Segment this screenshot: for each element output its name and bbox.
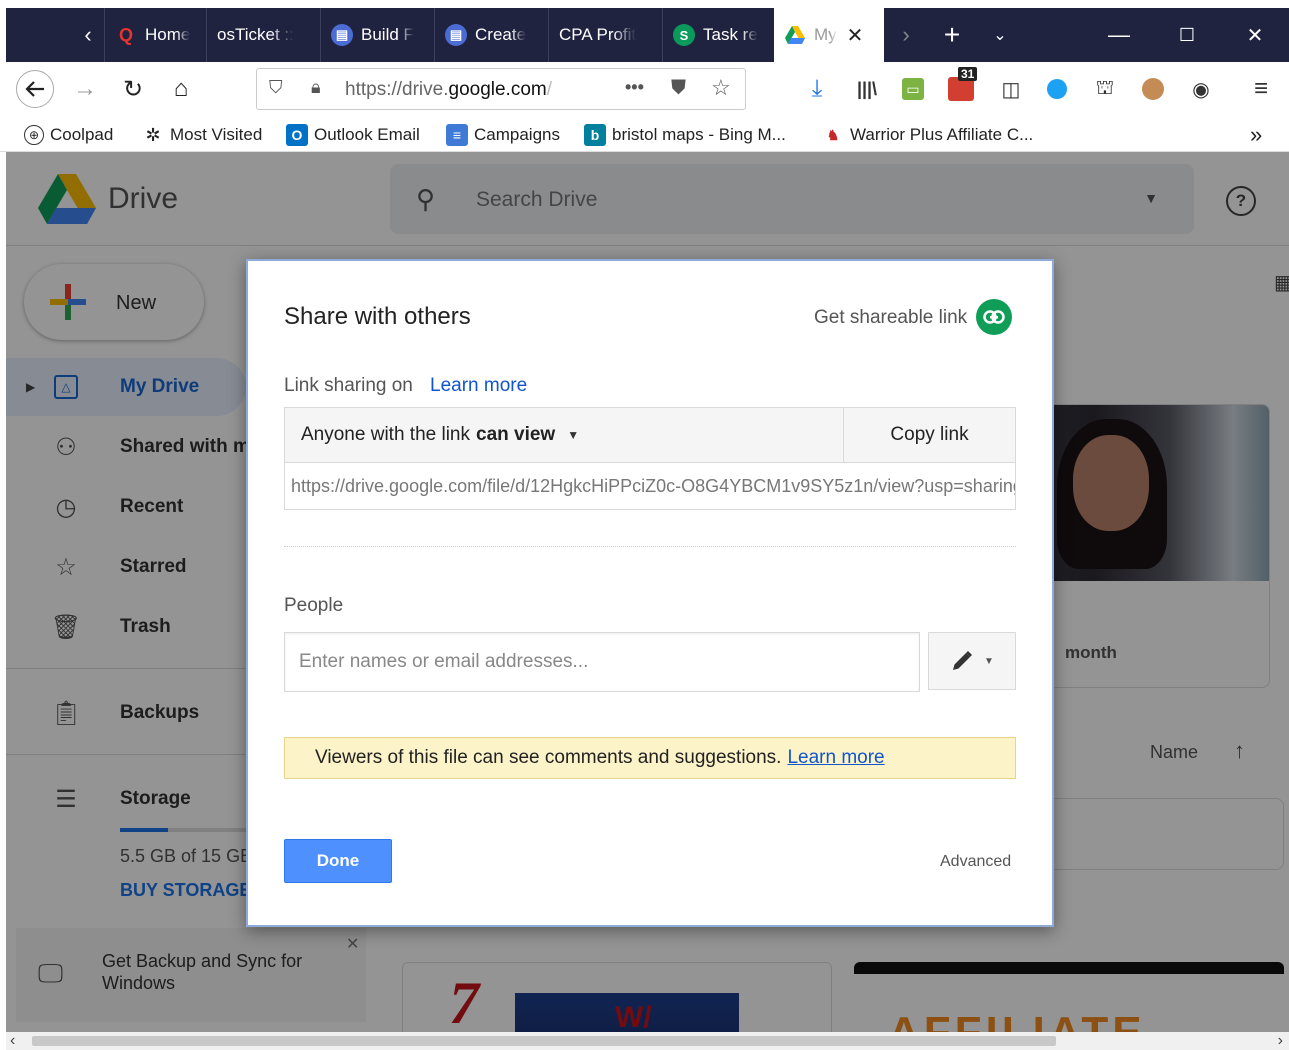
warrior-icon: ♞ xyxy=(826,126,840,143)
scrollbar-thumb[interactable] xyxy=(32,1036,1056,1046)
permission-dropdown[interactable]: Anyone with the link can view ▼ xyxy=(285,408,843,462)
forward-button[interactable]: → xyxy=(66,70,104,108)
done-button[interactable]: Done xyxy=(284,839,392,883)
navigation-toolbar: → ↻ ⌂ ⛉ 🔒︎ https://drive.google.com/ •••… xyxy=(0,62,1289,118)
link-permission-row: Anyone with the link can view ▼ Copy lin… xyxy=(284,407,1016,463)
tab-create[interactable]: ▤ Create xyxy=(434,8,546,62)
campaigns-icon: ≡ xyxy=(446,124,468,146)
account-icon[interactable]: ◉ xyxy=(1184,72,1218,106)
dropdown-caret-icon: ▼ xyxy=(567,428,580,442)
notion-like-icon: ▤ xyxy=(331,24,353,46)
opera-q-icon: Q xyxy=(118,24,133,45)
bookmark-campaigns[interactable]: ≡ Campaigns xyxy=(446,122,560,148)
scroll-left-arrow-icon[interactable]: ‹ xyxy=(10,1032,15,1050)
library-icon[interactable]: |||\ xyxy=(850,72,884,106)
notification-badge: 31 xyxy=(958,67,978,81)
horizontal-scrollbar[interactable]: ‹ › xyxy=(6,1032,1289,1050)
tab-task[interactable]: S Task re xyxy=(662,8,772,62)
back-button[interactable] xyxy=(16,70,54,108)
share-url-field[interactable]: https://drive.google.com/file/d/12HgkcHi… xyxy=(284,462,1016,510)
bookmark-coolpad[interactable]: ⊕ Coolpad xyxy=(24,122,113,148)
bookmarks-menu-icon[interactable]: ⛫ xyxy=(1088,72,1122,106)
section-divider xyxy=(284,546,1016,547)
people-input-container[interactable] xyxy=(284,632,920,692)
pencil-icon xyxy=(953,651,973,670)
tab-scroll-right-icon[interactable]: › xyxy=(890,8,922,62)
hamburger-menu-icon[interactable]: ≡ xyxy=(1244,72,1278,106)
dialog-title: Share with others xyxy=(284,303,471,330)
close-window-icon[interactable]: ✕ xyxy=(1224,8,1286,62)
bookmark-star-icon[interactable]: ☆ xyxy=(711,75,731,101)
s-circle-icon: S xyxy=(673,24,695,46)
page-actions-icon[interactable]: ••• xyxy=(625,77,644,98)
link-icon[interactable] xyxy=(976,299,1012,335)
bookmark-outlook[interactable]: O Outlook Email xyxy=(286,122,420,148)
tab-build[interactable]: ▤ Build F xyxy=(320,8,432,62)
bing-icon: b xyxy=(584,124,606,146)
pocket-icon[interactable]: ⛊ xyxy=(671,77,686,100)
notion-like-icon: ▤ xyxy=(445,24,467,46)
gear-icon: ✲ xyxy=(145,124,161,145)
tracking-shield-icon[interactable]: ⛉ xyxy=(269,77,283,98)
url-bar[interactable]: ⛉ 🔒︎ https://drive.google.com/ ••• ⛊ ☆ xyxy=(256,68,746,110)
learn-more-link[interactable]: Learn more xyxy=(430,375,527,397)
browser-tabbar: ‹ Q Home osTicket :: ▤ Build F ▤ Create … xyxy=(0,0,1289,62)
link-sharing-status: Link sharing on xyxy=(284,375,413,396)
calendar-extension-icon[interactable]: 31 xyxy=(944,67,978,106)
notice-learn-more-link[interactable]: Learn more xyxy=(787,747,884,769)
google-drive-icon xyxy=(784,24,806,46)
reader-view-icon[interactable]: ◫ xyxy=(994,72,1028,106)
scroll-right-arrow-icon[interactable]: › xyxy=(1278,1032,1283,1050)
url-text[interactable]: https://drive.google.com/ xyxy=(345,79,552,101)
advanced-link[interactable]: Advanced xyxy=(940,853,1011,871)
minimize-icon[interactable]: — xyxy=(1088,8,1150,62)
reload-icon[interactable]: ↻ xyxy=(114,70,152,108)
new-tab-icon[interactable]: + xyxy=(936,8,968,62)
maximize-icon[interactable]: ☐ xyxy=(1156,8,1218,62)
print-extension-icon[interactable]: ▭ xyxy=(896,72,930,106)
globe-icon: ⊕ xyxy=(24,125,44,145)
get-shareable-link[interactable]: Get shareable link xyxy=(814,307,967,329)
cookie-extension-icon[interactable] xyxy=(1136,72,1170,106)
dropdown-caret-icon: ▼ xyxy=(984,655,994,667)
bookmarks-toolbar: ⊕ Coolpad ✲ Most Visited O Outlook Email… xyxy=(0,118,1289,152)
tab-my-drive[interactable]: My ✕ xyxy=(774,8,884,62)
tab-osticket[interactable]: osTicket :: xyxy=(206,8,318,62)
tab-cpa-profit[interactable]: CPA Profit xyxy=(548,8,660,62)
people-label: People xyxy=(284,595,344,616)
tab-home[interactable]: Q Home xyxy=(104,8,204,62)
lock-icon[interactable]: 🔒︎ xyxy=(311,77,321,98)
list-tabs-icon[interactable]: ⌄ xyxy=(984,8,1016,62)
close-tab-icon[interactable]: ✕ xyxy=(847,23,864,48)
permission-edit-button[interactable]: ▼ xyxy=(928,632,1016,690)
bookmark-most-visited[interactable]: ✲ Most Visited xyxy=(142,122,262,148)
people-email-input[interactable] xyxy=(299,651,919,673)
download-icon[interactable]: ⤓ xyxy=(800,72,834,106)
home-icon[interactable]: ⌂ xyxy=(162,70,200,108)
comments-notice: Viewers of this file can see comments an… xyxy=(284,737,1016,779)
copy-link-button[interactable]: Copy link xyxy=(843,408,1015,462)
outlook-icon: O xyxy=(286,124,308,146)
share-dialog: Share with others Get shareable link Lin… xyxy=(246,259,1054,927)
extension-hex-icon[interactable] xyxy=(1040,72,1074,106)
bookmark-bristol-maps[interactable]: b bristol maps - Bing M... xyxy=(584,122,786,148)
bookmarks-overflow-icon[interactable]: » xyxy=(1250,122,1262,148)
bookmark-warrior-plus[interactable]: ♞ Warrior Plus Affiliate C... xyxy=(822,122,1034,148)
tab-scroll-left-icon[interactable]: ‹ xyxy=(72,8,104,62)
